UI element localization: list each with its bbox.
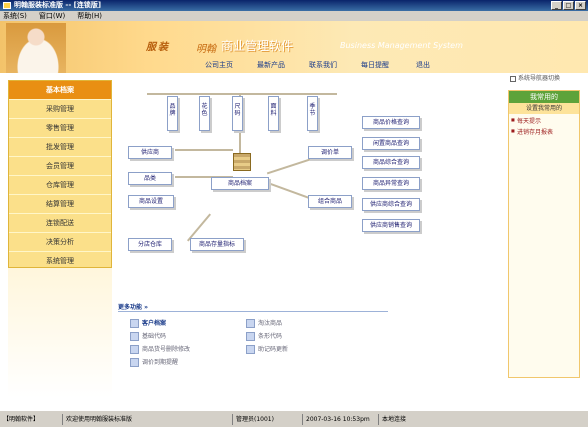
favorites-title: 我常用的 <box>509 91 579 103</box>
status-datetime: 2007-03-16 10:53pm <box>306 416 370 423</box>
node-stock-indicator[interactable]: 商品存量指标 <box>190 238 244 251</box>
sidebar: 基本档案 采购管理 零售管理 批发管理 会员管理 仓库管理 结算管理 连锁配送 … <box>8 80 112 271</box>
more-link-obsolete[interactable]: 淘汰商品 <box>246 318 282 328</box>
query-idle-product[interactable]: 闲置商品查询 <box>362 137 420 150</box>
node-supplier[interactable]: 供应商 <box>128 146 172 159</box>
status-user: 管理员(1001) <box>236 416 274 423</box>
nav-reminder[interactable]: 每日提醒 <box>361 60 389 70</box>
node-pattern[interactable]: 花色 <box>199 96 210 131</box>
node-season[interactable]: 季节 <box>307 96 318 131</box>
sidebar-item-basic-archive[interactable]: 基本档案 <box>9 81 111 100</box>
sidebar-item-settlement[interactable]: 结算管理 <box>9 195 111 214</box>
node-category[interactable]: 品类 <box>128 172 172 185</box>
favorites-panel: 我常用的 设置我常用的 每天提示 进销存月报表 <box>508 90 580 378</box>
top-nav: 公司主页 最新产品 联系我们 每日提醒 退出 <box>0 58 588 71</box>
divider <box>62 414 63 425</box>
status-bar: 【明翰软件】 欢迎使用明翰服装标准版 管理员(1001) 2007-03-16 … <box>0 410 588 427</box>
sidebar-item-purchase[interactable]: 采购管理 <box>9 100 111 119</box>
brand-product-name: 商业管理软件 <box>221 39 294 53</box>
menu-bar: 系统(S) 窗口(W) 帮助(H) <box>0 11 588 21</box>
window-controls: _ □ × <box>551 1 586 10</box>
favorites-settings[interactable]: 设置我常用的 <box>509 103 579 114</box>
divider <box>118 311 388 312</box>
connector-line <box>175 149 233 151</box>
nav-products[interactable]: 最新产品 <box>257 60 285 70</box>
minimize-button[interactable]: _ <box>551 1 562 10</box>
more-link-barcode[interactable]: 条形代码 <box>246 331 282 341</box>
divider <box>378 414 379 425</box>
node-branch-warehouse[interactable]: 分店仓库 <box>128 238 172 251</box>
node-combo-product[interactable]: 组合商品 <box>308 195 352 208</box>
divider <box>232 414 233 425</box>
connector-line <box>266 157 314 175</box>
sidebar-item-wholesale[interactable]: 批发管理 <box>9 138 111 157</box>
query-supplier-sales[interactable]: 供应商销售查询 <box>362 219 420 232</box>
node-size[interactable]: 尺码 <box>232 96 243 131</box>
divider <box>302 414 303 425</box>
favorite-monthly-report[interactable]: 进销存月报表 <box>509 127 579 136</box>
node-fabric[interactable]: 面料 <box>268 96 279 131</box>
brand-logo-text: 明翰 <box>196 44 216 55</box>
sidebar-item-retail[interactable]: 零售管理 <box>9 119 111 138</box>
query-product-price[interactable]: 商品价格查询 <box>362 116 420 129</box>
status-app: 【明翰软件】 <box>3 416 40 423</box>
sidebar-item-member[interactable]: 会员管理 <box>9 157 111 176</box>
sidebar-item-warehouse[interactable]: 仓库管理 <box>9 176 111 195</box>
close-button[interactable]: × <box>575 1 586 10</box>
menu-window[interactable]: 窗口(W) <box>39 11 65 21</box>
connector-line <box>147 93 337 95</box>
node-product-archive[interactable]: 商品档案 <box>211 177 269 190</box>
sidebar-item-chain-delivery[interactable]: 连锁配送 <box>9 214 111 233</box>
title-bar: 明翰服装标准版 -- [连锁版] _ □ × <box>0 0 588 11</box>
more-link-basic-code[interactable]: 基础代码 <box>130 331 166 341</box>
more-functions-title[interactable]: 更多功能 » <box>118 302 148 311</box>
node-price-adjust[interactable]: 调价单 <box>308 146 352 159</box>
query-product-abnormal[interactable]: 商品异常查询 <box>362 177 420 190</box>
brand-english: Business Management System <box>340 41 463 50</box>
nav-home[interactable]: 公司主页 <box>205 60 233 70</box>
maximize-button[interactable]: □ <box>563 1 574 10</box>
menu-help[interactable]: 帮助(H) <box>77 11 102 21</box>
app-icon <box>3 2 11 9</box>
brand-apparel: 服装 <box>146 42 170 53</box>
node-product-settings[interactable]: 商品设置 <box>128 195 174 208</box>
more-link-price-reminder[interactable]: 调价到期提醒 <box>130 357 178 367</box>
query-product-combined[interactable]: 商品综合查询 <box>362 156 420 169</box>
nav-contact[interactable]: 联系我们 <box>309 60 337 70</box>
sidebar-item-analysis[interactable]: 决策分析 <box>9 233 111 252</box>
node-brand[interactable]: 品牌 <box>167 96 178 131</box>
connector-line <box>267 181 313 201</box>
more-link-mnemonic[interactable]: 助记码更新 <box>246 344 288 354</box>
query-supplier-combined[interactable]: 供应商综合查询 <box>362 198 420 211</box>
favorite-daily-tips[interactable]: 每天提示 <box>509 116 579 125</box>
more-link-sku-edit[interactable]: 商品货号删除修改 <box>130 344 190 354</box>
checkbox-icon[interactable] <box>510 75 516 82</box>
sidebar-background <box>8 268 112 398</box>
more-link-customer[interactable]: 客户档案 <box>130 318 166 328</box>
nav-exit[interactable]: 退出 <box>416 60 430 70</box>
system-nav-toggle[interactable]: 系统导航器切换 <box>510 73 560 82</box>
main-diagram: 品牌 花色 尺码 面料 季节 供应商 品类 商品设置 商品档案 调价单 组合商品… <box>118 80 504 398</box>
archive-icon <box>233 153 251 171</box>
window-title: 明翰服装标准版 -- [连锁版] <box>14 1 102 9</box>
menu-system[interactable]: 系统(S) <box>3 11 27 21</box>
status-connection: 本地连接 <box>382 416 407 423</box>
status-welcome: 欢迎使用明翰服装标准版 <box>66 416 133 423</box>
